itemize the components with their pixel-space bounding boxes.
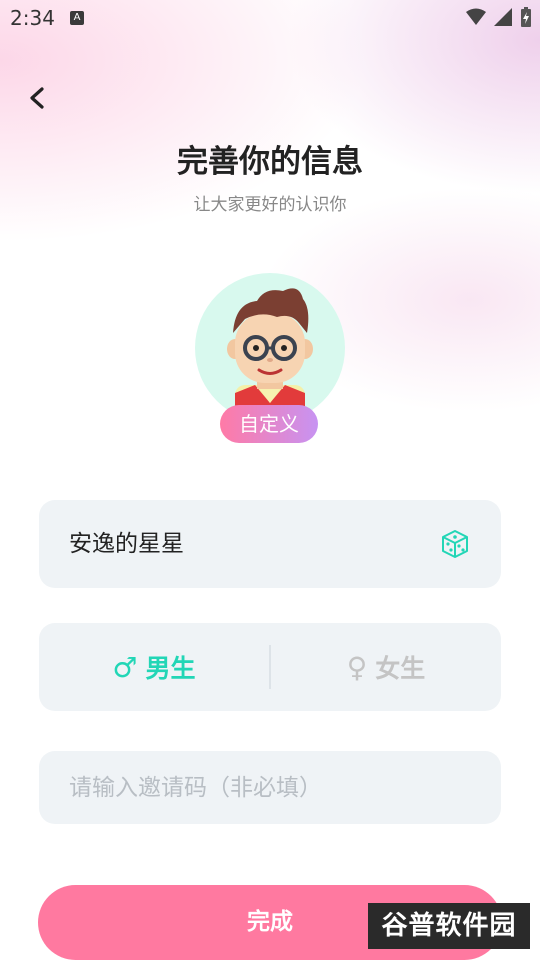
avatar[interactable]	[195, 273, 345, 423]
battery-icon	[521, 7, 531, 27]
invite-code-input[interactable]	[39, 751, 501, 824]
customize-avatar-button[interactable]: 自定义	[220, 405, 318, 443]
cartoon-face-icon	[227, 288, 313, 423]
notification-a-icon: A	[70, 11, 84, 25]
invite-code-field	[39, 751, 501, 824]
female-icon: ♀	[346, 650, 368, 684]
nickname-field[interactable]: 安逸的星星	[39, 500, 501, 588]
gender-male-label: 男生	[145, 654, 196, 683]
wifi-icon	[466, 8, 486, 25]
male-icon: ♂	[112, 650, 138, 684]
dice-icon[interactable]	[439, 528, 471, 560]
back-button[interactable]	[22, 82, 54, 114]
page-subtitle: 让大家更好的认识你	[193, 195, 347, 215]
status-time: 2:34	[10, 6, 55, 30]
gender-male-option[interactable]: ♂ 男生	[39, 623, 269, 711]
gender-female-option[interactable]: ♀ 女生	[271, 623, 501, 711]
chevron-left-icon	[30, 87, 44, 109]
gender-selector: ♂ 男生 ♀ 女生	[39, 623, 501, 711]
system-icons	[466, 7, 532, 27]
status-bar: 2:34 A	[0, 0, 540, 36]
gender-female-label: 女生	[375, 654, 426, 683]
signal-icon	[494, 8, 512, 26]
nickname-value: 安逸的星星	[69, 531, 184, 557]
page-title: 完善你的信息	[177, 144, 363, 180]
watermark-logo: 谷普软件园	[368, 903, 530, 949]
avatar-image	[195, 273, 345, 423]
